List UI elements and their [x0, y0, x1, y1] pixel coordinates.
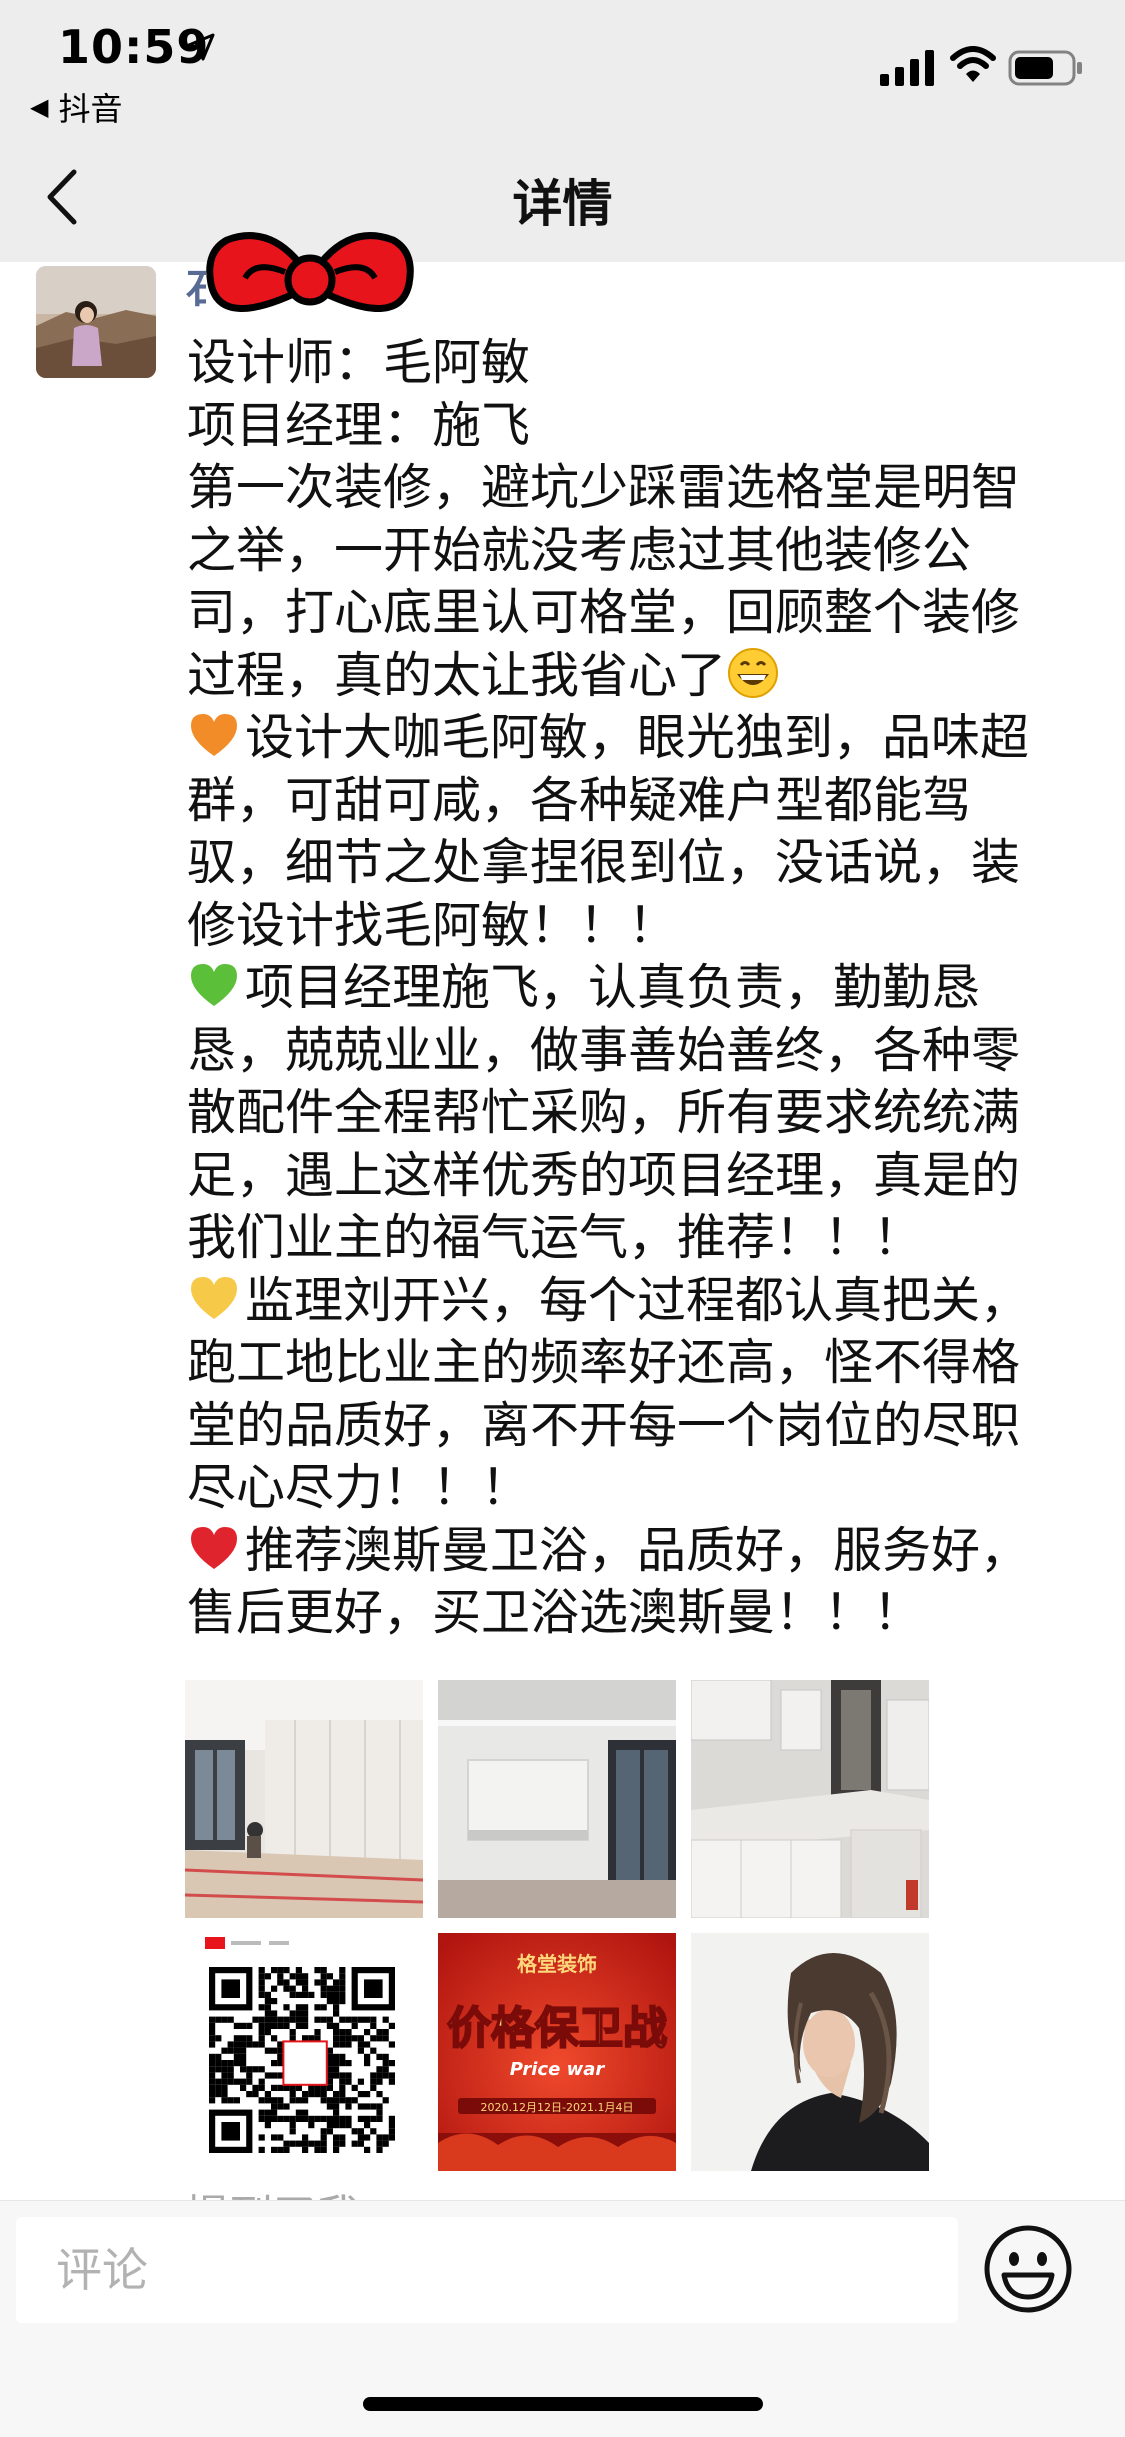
photo-grid: 格堂装饰 价格保卫战 Price war 2020.12月12日-2021.1月…: [185, 1680, 930, 2171]
poster-subtitle: Price war: [510, 2059, 606, 2080]
red-bow-sticker: [206, 232, 414, 312]
post-line: 设计大咖毛阿敏，眼光独到，品味超: [245, 709, 1030, 766]
photo-kitchen[interactable]: [691, 1680, 929, 1918]
photo-tv-wall[interactable]: [438, 1680, 676, 1918]
post-line: 之举，一开始就没考虑过其他装修公: [187, 521, 972, 579]
red-heart-emoji: [187, 1521, 241, 1575]
orange-heart-emoji: [187, 708, 241, 762]
post-line: 项目经理：施飞: [187, 396, 531, 454]
post-line: 我们业主的福气运气，推荐！！！: [187, 1209, 923, 1266]
photo-room-renovation[interactable]: [185, 1680, 423, 1918]
poster-dates: 2020.12月12日-2021.1月4日: [481, 2101, 634, 2114]
portrait-photo[interactable]: [691, 1933, 929, 2171]
post-line: 监理刘开兴，每个过程都认真把关，: [245, 1271, 1030, 1329]
home-indicator: [363, 2397, 763, 2411]
back-to-app-link[interactable]: ◀ 抖音: [30, 84, 122, 130]
price-war-poster[interactable]: 格堂装饰 价格保卫战 Price war 2020.12月12日-2021.1月…: [438, 1933, 676, 2171]
battery-icon: [1008, 50, 1082, 86]
post-line: 足，遇上这样优秀的项目经理，真是的: [187, 1146, 1021, 1204]
post-line: 尽心尽力！！！: [187, 1459, 531, 1516]
author-name-partial[interactable]: 石: [186, 256, 206, 314]
post-line: 过程，真的太让我省心了: [187, 646, 727, 704]
post-line-wrap: 过程，真的太让我省心了: [187, 645, 1092, 708]
post-line: 群，可甜可咸，各种疑难户型都能驾: [187, 771, 972, 829]
back-triangle-icon: ◀: [30, 93, 49, 121]
post-line: 驭，细节之处拿捏很到位，没话说，装: [187, 834, 1021, 891]
post-line: 项目经理施飞，认真负责，勤勤恳: [245, 959, 981, 1016]
poster-brand: 格堂装饰: [517, 1952, 597, 1976]
post-line: 司，打心底里认可格堂，回顾整个装修: [187, 584, 1021, 641]
grinning-face-emoji: [726, 646, 780, 700]
post-line-wrap: 项目经理施飞，认真负责，勤勤恳: [187, 957, 1092, 1020]
qr-code-image[interactable]: [185, 1933, 423, 2171]
emoji-button-icon[interactable]: [982, 2223, 1074, 2315]
green-heart-emoji: [187, 958, 241, 1012]
poster-title: 价格保卫战: [447, 2003, 667, 2054]
post-line: 售后更好，买卫浴选澳斯曼！！！: [187, 1584, 923, 1641]
avatar-photo: [36, 266, 156, 378]
top-bar: 10:59 ◀ 抖音 详情: [0, 0, 1125, 262]
location-arrow-icon: [187, 33, 215, 61]
comment-bar: [0, 2200, 1125, 2437]
cellular-signal-icon: [880, 50, 934, 86]
post-line: 第一次装修，避坑少踩雷选格堂是明智: [187, 459, 1021, 516]
back-app-label: 抖音: [58, 90, 123, 128]
post-line-wrap: 推荐澳斯曼卫浴，品质好，服务好，: [187, 1520, 1092, 1583]
post-body: 设计师：毛阿敏 项目经理：施飞 第一次装修，避坑少踩雷选格堂是明智 之举，一开始…: [187, 332, 1092, 1645]
post-line-wrap: 设计大咖毛阿敏，眼光独到，品味超: [187, 707, 1092, 770]
post-line: 设计师：毛阿敏: [187, 334, 531, 391]
post-line: 推荐澳斯曼卫浴，品质好，服务好，: [245, 1521, 1030, 1579]
post-line-wrap: 监理刘开兴，每个过程都认真把关，: [187, 1270, 1092, 1333]
post-line: 恳，兢兢业业，做事善始善终，各种零: [187, 1021, 1021, 1079]
yellow-heart-emoji: [187, 1271, 241, 1325]
author-avatar[interactable]: [36, 266, 156, 378]
comment-input[interactable]: [16, 2217, 958, 2323]
post-line: 散配件全程帮忙采购，所有要求统统满: [187, 1084, 1021, 1141]
page-title: 详情: [512, 175, 613, 233]
post-line: 跑工地比业主的频率好还高，怪不得格: [187, 1334, 1021, 1391]
wifi-icon: [950, 46, 996, 82]
post-line: 修设计找毛阿敏！！！: [187, 896, 678, 954]
post-line: 堂的品质好，离不开每一个岗位的尽职: [187, 1396, 1021, 1454]
